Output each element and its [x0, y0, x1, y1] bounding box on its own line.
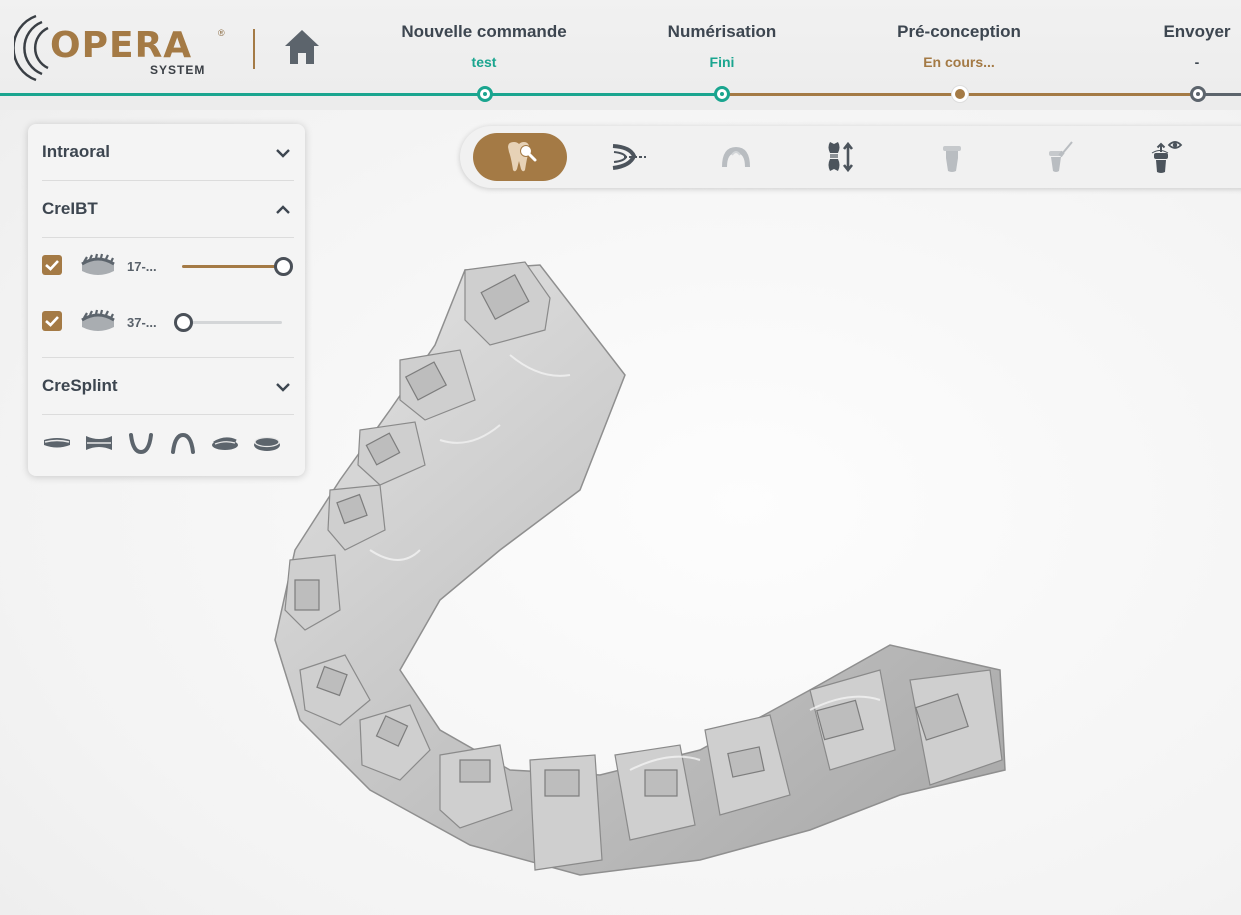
tool-arch-gray[interactable]: [689, 133, 783, 181]
arch-path-icon: [612, 144, 646, 170]
checkmark-icon: [45, 316, 59, 327]
step-dot-core: [958, 92, 962, 96]
flat-splint-button[interactable]: [42, 430, 72, 456]
3d-viewport[interactable]: [250, 250, 1030, 890]
hourglass-splint-button[interactable]: [84, 430, 114, 456]
logo-subtext: SYSTEM: [150, 63, 206, 77]
tool-tooth-move[interactable]: [797, 133, 891, 181]
step-dot-numerisation: [714, 86, 730, 102]
progress-line-done: [0, 93, 716, 96]
step-status: Fini: [709, 54, 735, 70]
chevron-down-icon: [276, 149, 290, 158]
bracket-gray-icon: [943, 146, 961, 172]
section-title: Intraoral: [42, 142, 111, 161]
step-title: Nouvelle commande: [401, 22, 567, 41]
upper-jaw-model-icon: [81, 253, 115, 275]
arch-gray-icon: [722, 147, 750, 167]
top-header: OPERA ® SYSTEM Nouvelle commande test Nu…: [0, 0, 1241, 110]
tooth-inspect-icon: [508, 142, 537, 172]
logo-arcs-icon: [14, 14, 49, 82]
section-intraoral-header[interactable]: Intraoral: [42, 138, 294, 168]
divider: [42, 237, 294, 238]
tilted-disc-button[interactable]: [210, 430, 240, 456]
logo-divider: [253, 29, 255, 69]
step-status: En cours...: [923, 54, 995, 70]
opera-system-logo: OPERA ® SYSTEM: [14, 12, 234, 84]
dental-arch-model[interactable]: [250, 250, 1030, 890]
logo-wordmark: OPERA: [50, 25, 193, 66]
design-toolbar: [460, 126, 1241, 188]
step-dot-nouvelle-commande: .d0::after{}: [477, 86, 493, 102]
tool-arch-path[interactable]: [581, 133, 675, 181]
logo-registered-mark: ®: [218, 28, 225, 38]
section-title: CreIBT: [42, 199, 98, 218]
u-arch-button[interactable]: [126, 430, 156, 456]
divider: [42, 180, 294, 181]
step-nouvelle-commande[interactable]: Nouvelle commande test: [374, 22, 594, 70]
checkmark-icon: [45, 260, 59, 271]
flat-splint-icon: [44, 438, 70, 448]
step-dot-core: [720, 92, 724, 96]
step-dot-pre-conception: [952, 86, 968, 102]
home-button[interactable]: [281, 26, 323, 68]
step-status: -: [1194, 54, 1200, 70]
step-title: Pré-conception: [897, 22, 1021, 41]
step-envoyer[interactable]: Envoyer -: [1087, 22, 1241, 70]
bracket-view-icon: [1151, 141, 1183, 173]
tooth-move-icon: [828, 141, 854, 173]
step-dot-core: [483, 92, 487, 96]
step-dot-core: [1196, 92, 1200, 96]
bracket-brush-icon: [1049, 141, 1073, 172]
tool-bracket-brush[interactable]: [1013, 133, 1107, 181]
step-pre-conception[interactable]: Pré-conception En cours...: [849, 22, 1069, 70]
section-title: CreSplint: [42, 376, 118, 395]
tool-bracket-view[interactable]: [1121, 133, 1215, 181]
n-arch-icon: [171, 432, 195, 454]
model-visibility-checkbox[interactable]: [42, 255, 62, 275]
step-title: Envoyer: [1163, 22, 1231, 41]
step-title: Numérisation: [667, 22, 777, 41]
opacity-slider-handle[interactable]: [174, 313, 193, 332]
section-creibt-header[interactable]: CreIBT: [42, 195, 294, 225]
tool-tooth-inspect[interactable]: [473, 133, 567, 181]
model-label: 37-...: [127, 315, 157, 330]
model-label: 17-...: [127, 259, 157, 274]
step-dot-envoyer: [1190, 86, 1206, 102]
home-icon: [285, 30, 319, 64]
tilted-disc-icon: [212, 437, 238, 450]
chevron-up-icon: [276, 205, 290, 214]
tool-bracket-gray[interactable]: [905, 133, 999, 181]
step-numerisation[interactable]: Numérisation Fini: [612, 22, 832, 70]
u-arch-icon: [129, 433, 153, 455]
model-visibility-checkbox[interactable]: [42, 311, 62, 331]
n-arch-button[interactable]: [168, 430, 198, 456]
lower-jaw-model-icon: [81, 309, 115, 331]
hourglass-splint-icon: [86, 436, 112, 450]
step-status: test: [471, 54, 497, 70]
